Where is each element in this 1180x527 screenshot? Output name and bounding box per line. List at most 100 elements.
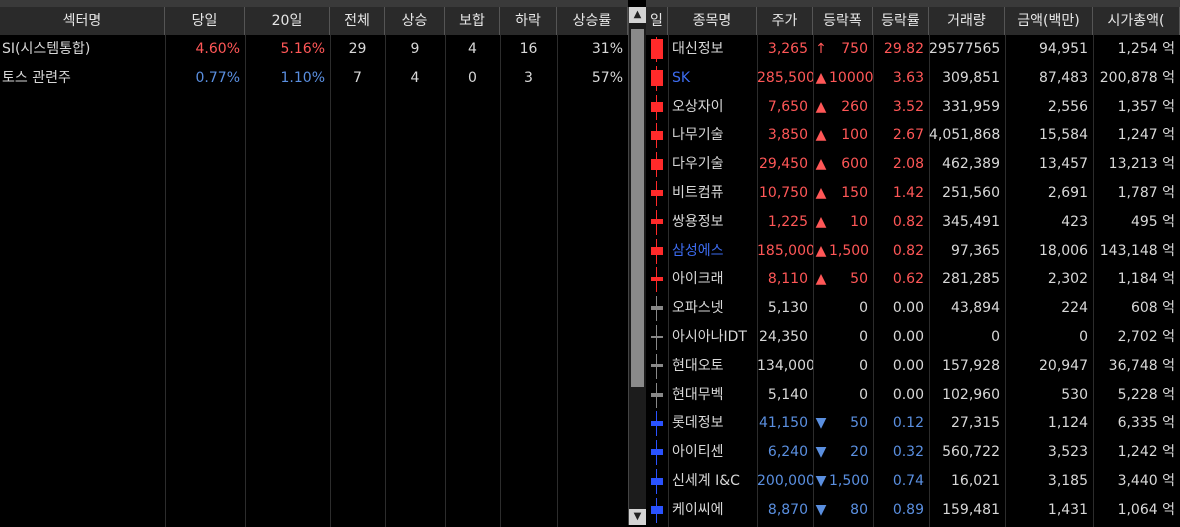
column-header-sector-name[interactable]: 섹터명 <box>0 7 165 35</box>
stock-name[interactable]: 나무기술 <box>668 121 757 150</box>
change-direction-icon: ▲ <box>815 98 827 115</box>
stock-name[interactable]: 현대무벡 <box>668 381 757 410</box>
stock-name[interactable]: 케이씨에 <box>668 496 757 525</box>
change-value: 1,500 <box>829 473 870 489</box>
candle-body <box>651 69 663 86</box>
candle-bar <box>646 121 668 150</box>
stock-name[interactable]: 아시아나IDT <box>668 323 757 352</box>
stock-name[interactable]: 삼성에스 <box>668 237 757 266</box>
trade-volume: 43,894 <box>951 300 1000 317</box>
stock-price: 3,850 <box>767 127 808 144</box>
trade-amount: 87,483 <box>1039 69 1088 86</box>
change-direction-icon: ▼ <box>815 473 827 489</box>
change-rate: 0.82 <box>892 213 924 230</box>
stock-price: 285,500 <box>757 69 813 86</box>
sector-row-up-count: 9 <box>410 41 420 57</box>
market-cap: 1,247 억 <box>1117 127 1175 144</box>
column-header-up-ratio[interactable]: 상승률 <box>557 7 628 35</box>
candle-body <box>651 392 663 397</box>
change-rate: 0.12 <box>892 415 924 432</box>
trade-amount: 94,951 <box>1039 41 1088 57</box>
stock-name[interactable]: 다우기술 <box>668 150 757 179</box>
trade-volume: 102,960 <box>942 386 1000 403</box>
column-header-market-cap[interactable]: 시가총액( <box>1093 7 1180 35</box>
stock-name[interactable]: 아이크래 <box>668 265 757 294</box>
column-divider <box>500 35 501 527</box>
sector-row-flat-count: 0 <box>468 70 477 86</box>
trade-volume: 0 <box>991 329 1000 345</box>
change-value: 0 <box>859 300 868 317</box>
price-change: ▼ 50 <box>813 409 873 438</box>
candle-body <box>651 39 663 59</box>
vertical-scrollbar[interactable]: ▲ ▼ <box>628 7 646 525</box>
change-value: 10 <box>850 213 868 230</box>
scroll-up-arrow[interactable]: ▲ <box>629 7 646 23</box>
candle-body <box>651 219 663 225</box>
sector-row-up-ratio: 31% <box>591 41 623 57</box>
price-change: ▲ 10 <box>813 208 873 237</box>
scroll-thumb[interactable] <box>631 29 644 387</box>
trade-volume: 97,365 <box>951 242 1000 259</box>
column-header-amount[interactable]: 금액(백만) <box>1005 7 1093 35</box>
sector-row-sector-name[interactable]: SI(시스템통합) <box>0 35 165 64</box>
change-value: 600 <box>841 156 868 173</box>
change-direction-icon: ▲ <box>815 271 827 288</box>
stock-name[interactable]: 신세계 I&C <box>668 467 757 496</box>
stock-price: 24,350 <box>759 329 808 345</box>
column-header-flat-count[interactable]: 보합 <box>445 7 500 35</box>
trade-amount: 2,302 <box>1047 271 1088 288</box>
column-header-twenty-day-rate[interactable]: 20일 <box>245 7 330 35</box>
trade-amount: 2,556 <box>1047 98 1088 115</box>
stock-name[interactable]: 아이티센 <box>668 438 757 467</box>
change-value: 100 <box>841 127 868 144</box>
market-cap: 3,440 억 <box>1117 473 1175 489</box>
column-header-change-rate[interactable]: 등락률 <box>873 7 929 35</box>
stock-name[interactable]: 현대오토 <box>668 352 757 381</box>
trade-amount: 2,691 <box>1047 185 1088 201</box>
column-header-price[interactable]: 주가 <box>757 7 813 35</box>
column-header-today-rate[interactable]: 당일 <box>165 7 245 35</box>
sector-row-down-count: 3 <box>524 70 533 86</box>
column-header-up-count[interactable]: 상승 <box>385 7 445 35</box>
trade-amount: 0 <box>1079 329 1088 345</box>
stock-name[interactable]: 비트컴퓨 <box>668 179 757 208</box>
candle-bar <box>646 352 668 381</box>
stock-price: 5,140 <box>767 386 808 403</box>
change-direction-icon: ▲ <box>815 213 827 230</box>
stock-name[interactable]: 오파스넷 <box>668 294 757 323</box>
change-rate: 0.74 <box>892 473 924 489</box>
column-header-stock-name[interactable]: 종목명 <box>668 7 757 35</box>
market-cap: 495 억 <box>1130 213 1175 230</box>
stock-price: 6,240 <box>767 444 808 461</box>
change-direction-icon: ▲ <box>815 69 827 86</box>
right-top-strip <box>646 0 1180 7</box>
column-header-day[interactable]: 일 <box>646 7 668 35</box>
change-value: 0 <box>859 386 868 403</box>
candle-bar <box>646 496 668 525</box>
market-cap: 1,242 억 <box>1117 444 1175 461</box>
column-header-volume[interactable]: 거래량 <box>929 7 1005 35</box>
stock-name[interactable]: 오상자이 <box>668 93 757 122</box>
change-value: 80 <box>850 501 868 518</box>
trade-volume: 309,851 <box>942 69 1000 86</box>
column-header-total-count[interactable]: 전체 <box>330 7 385 35</box>
stock-price: 8,870 <box>767 501 808 518</box>
scroll-down-arrow[interactable]: ▼ <box>629 509 646 525</box>
stock-name[interactable]: 롯데정보 <box>668 409 757 438</box>
trade-volume: 16,021 <box>951 473 1000 489</box>
sector-row-up-count: 4 <box>410 70 420 86</box>
sector-row-sector-name[interactable]: 토스 관련주 <box>0 64 165 93</box>
stock-name[interactable]: 대신정보 <box>668 35 757 64</box>
column-header-change[interactable]: 등락폭 <box>813 7 873 35</box>
stock-name[interactable]: 쌍용정보 <box>668 208 757 237</box>
column-header-down-count[interactable]: 하락 <box>500 7 557 35</box>
change-rate: 0.00 <box>892 386 924 403</box>
candle-body <box>651 505 663 514</box>
trade-amount: 1,124 <box>1047 415 1088 432</box>
candle-bar <box>646 64 668 93</box>
candle-bar <box>646 323 668 352</box>
trade-volume: 462,389 <box>942 156 1000 173</box>
candle-bar <box>646 409 668 438</box>
stock-name[interactable]: SK <box>668 64 757 93</box>
change-direction-icon: ▲ <box>815 242 827 259</box>
